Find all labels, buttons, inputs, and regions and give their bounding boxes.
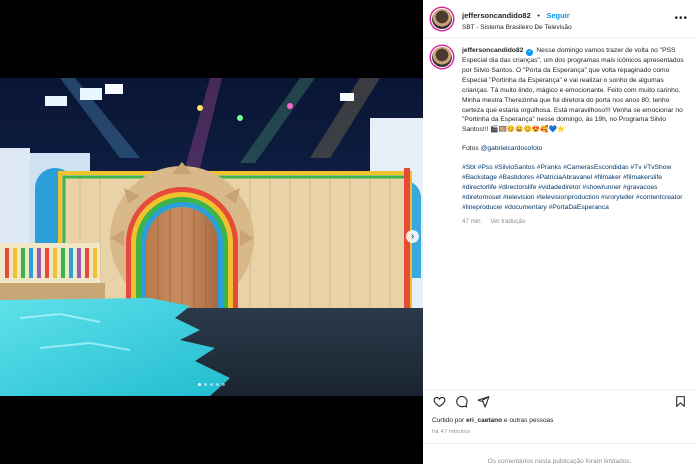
caption-hashtags[interactable]: #Sbt #Pss #SilvioSantos #Pranks #Cameras… [462,163,686,213]
post-header-text: jeffersoncandido82 • Seguir SBT - Sistem… [462,4,572,32]
likes-summary: Curtido por eri_caetano e outras pessoas [432,417,553,424]
follow-button[interactable]: Seguir [546,11,569,20]
separator: • [537,11,540,21]
carousel-dot[interactable] [198,383,201,386]
heart-icon [433,396,445,408]
caption-body: jeffersoncandido82 ✓ Nesse domingo vamos t… [462,46,686,226]
carousel-dot[interactable] [222,383,225,386]
caption-age: 47 min [462,217,481,225]
save-button[interactable] [672,394,688,410]
comment-button[interactable] [453,394,469,410]
carousel-dot[interactable] [210,383,213,386]
photos-credit-link[interactable]: @gabrielcardosofoto [481,145,543,152]
post-details-panel: jeffersoncandido82 • Seguir SBT - Sistem… [423,0,696,464]
post-location[interactable]: SBT - Sistema Brasileiro De Televisão [462,24,572,32]
caption-username[interactable]: jeffersoncandido82 [462,47,523,54]
caption-meta: 47 min Ver tradução [462,217,686,226]
chevron-right-icon: › [410,230,415,242]
carousel-dot[interactable] [216,383,219,386]
share-icon [477,396,489,408]
post-media-panel: › [0,0,423,464]
likes-prefix: Curtido por [432,417,466,424]
username-link[interactable]: jeffersoncandido82 [462,11,531,20]
more-options-icon[interactable]: ••• [674,13,688,24]
comment-icon [455,395,468,408]
post-header: jeffersoncandido82 • Seguir SBT - Sistem… [423,0,696,38]
post-timestamp: há 47 minutos [432,429,471,435]
comments-limited-notice: Os comentários nesta publicação foram li… [423,443,696,464]
share-button[interactable] [475,394,491,410]
carousel-dots [0,383,423,386]
caption-section: jeffersoncandido82 ✓ Nesse domingo vamos t… [423,38,696,386]
carousel-next-button[interactable]: › [406,230,419,243]
studio-stage-image [0,78,423,396]
translate-link[interactable]: Ver tradução [490,218,525,225]
bookmark-icon [675,396,685,407]
photos-credit: Fotos @gabrielcardosofoto [462,144,686,154]
action-bar [423,389,696,413]
avatar[interactable] [431,46,453,68]
avatar[interactable] [431,7,453,30]
carousel-dot[interactable] [204,383,207,386]
photos-prefix: Fotos [462,145,481,153]
liked-by-user-link[interactable]: eri_caetano [466,417,502,424]
verified-badge-icon: ✓ [526,49,534,56]
caption-text: Nesse domingo vamos trazer de volta no "… [462,47,684,134]
likes-suffix[interactable]: e outras pessoas [502,417,554,424]
like-button[interactable] [431,394,447,410]
post-photo [0,78,423,396]
